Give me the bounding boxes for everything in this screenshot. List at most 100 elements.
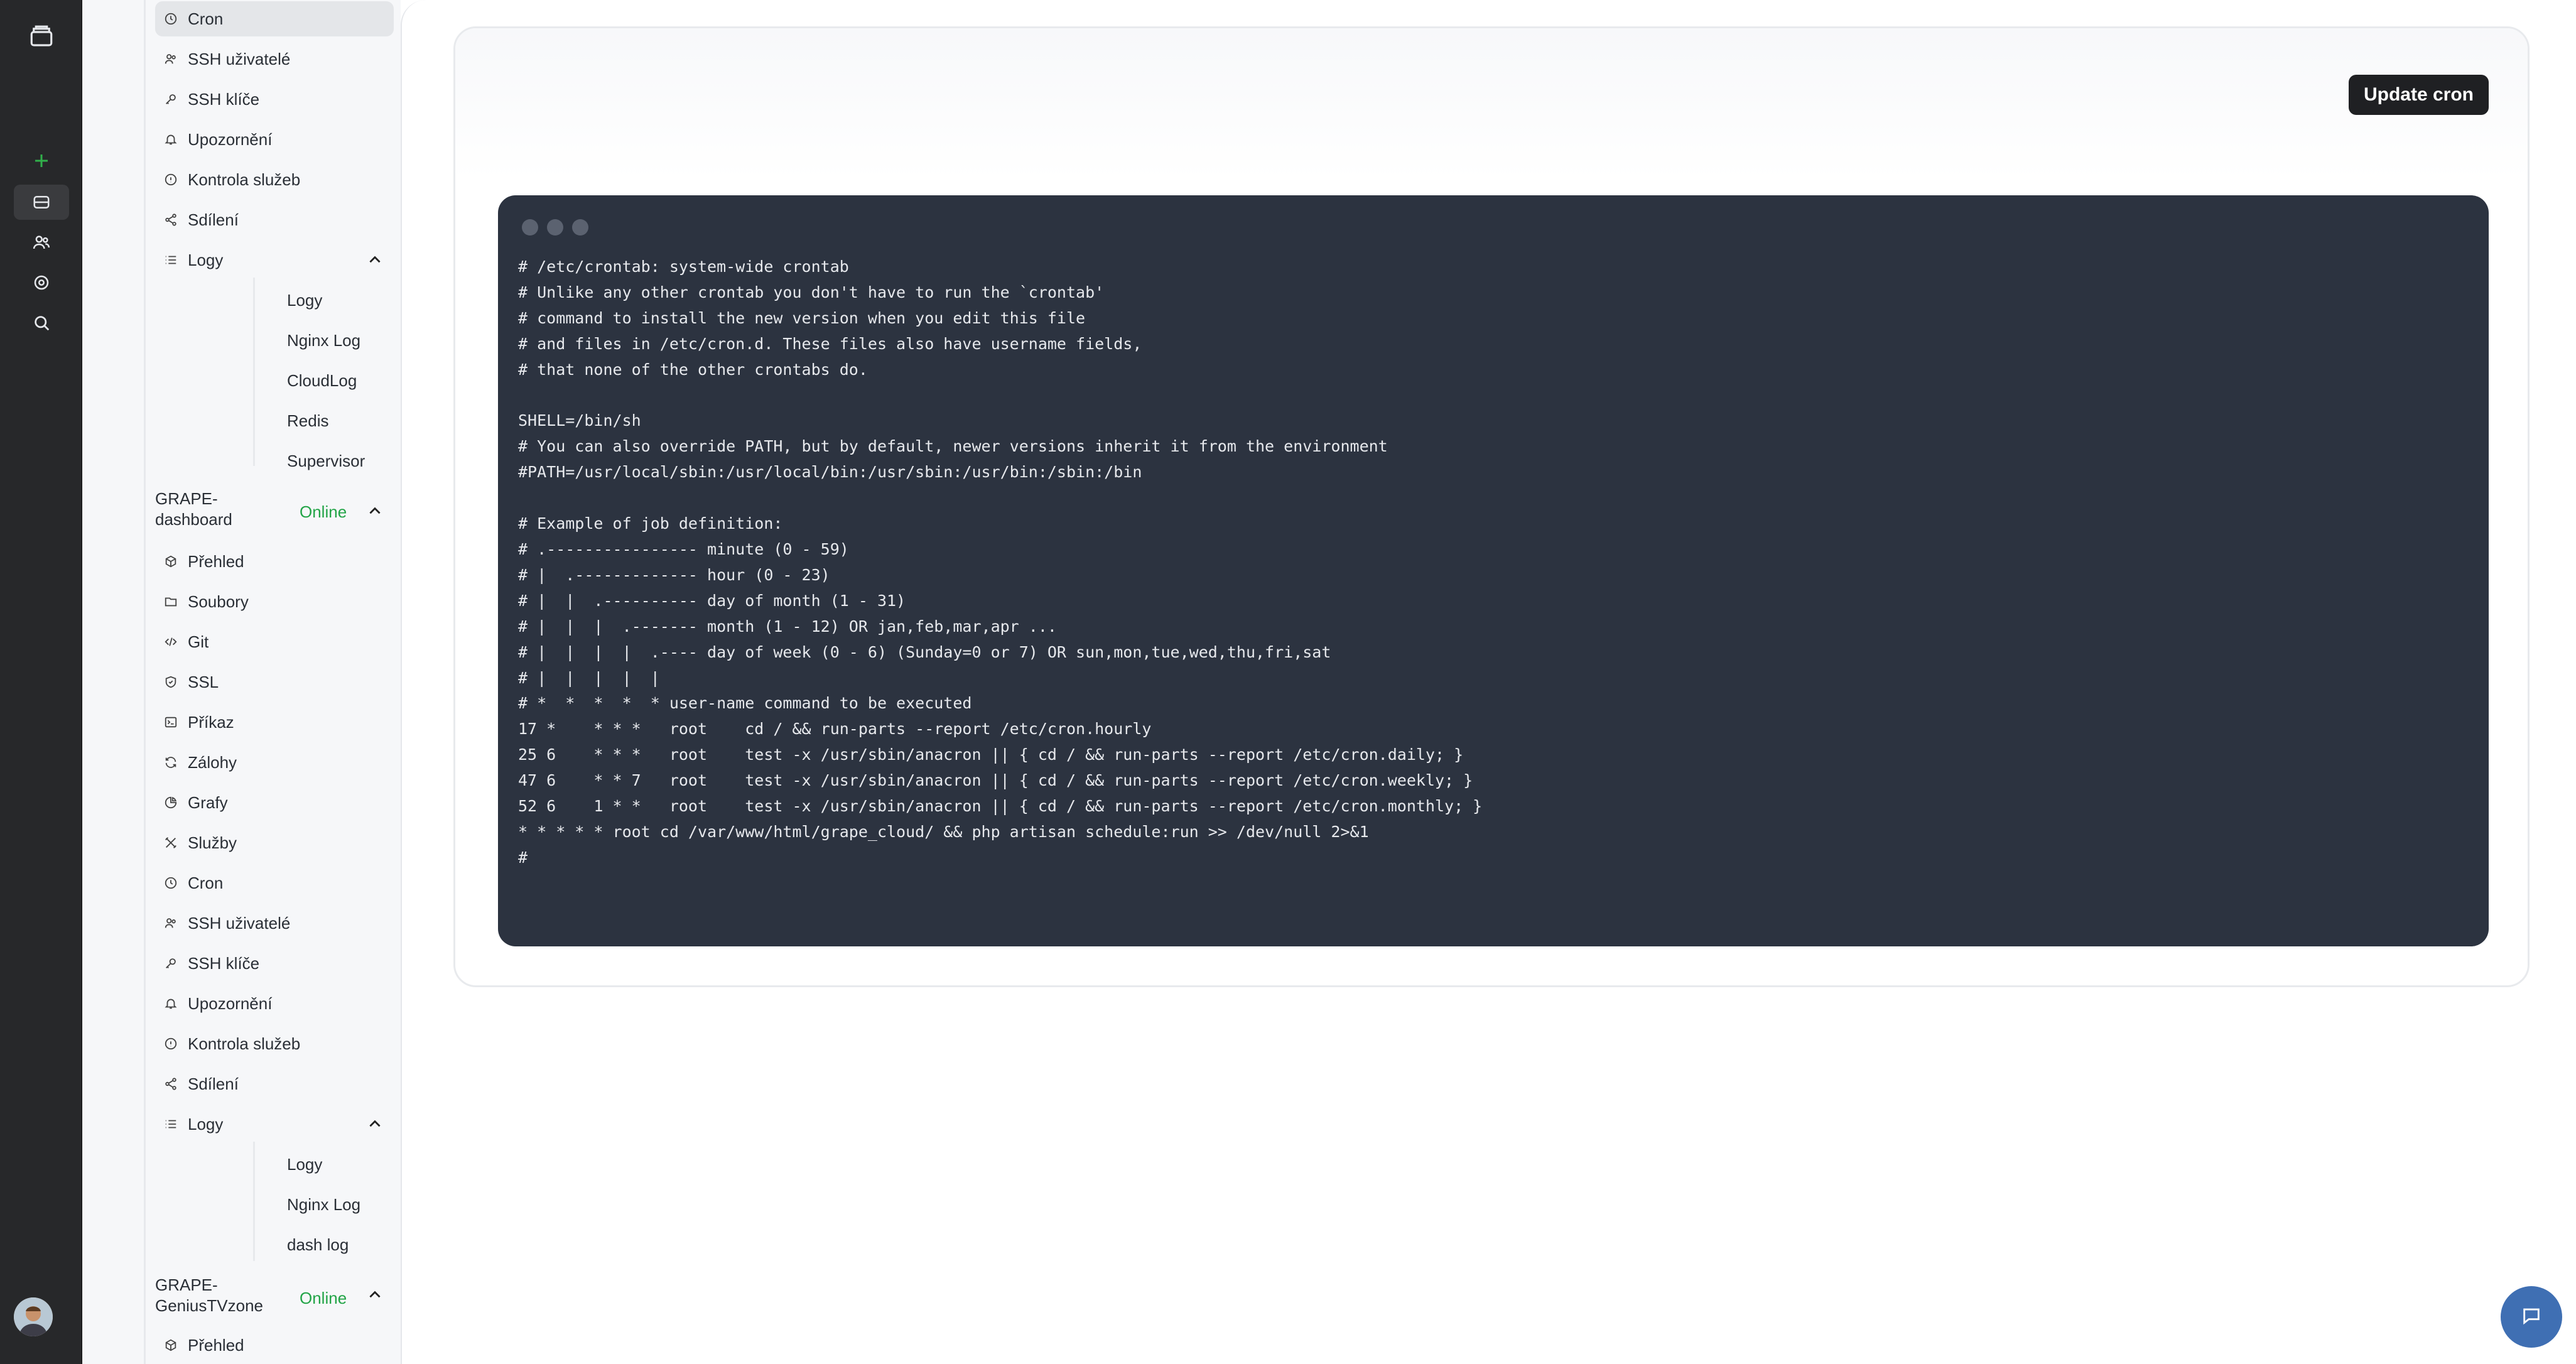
sidebar-item-label: Kontrola služeb [188, 1034, 301, 1053]
code-icon [155, 635, 188, 649]
share-icon [155, 213, 188, 227]
servers-icon[interactable] [25, 186, 58, 219]
chevron-up-icon[interactable] [361, 1281, 389, 1309]
bell-icon [155, 133, 188, 146]
logs-tree-line [253, 1142, 255, 1261]
sidebar-item-label: SSH klíče [188, 89, 260, 109]
sidebar-log-redis[interactable]: Redis [287, 403, 328, 438]
settings-icon[interactable] [25, 266, 58, 299]
sidebar-item-ssh-keys[interactable]: SSH klíče [155, 946, 394, 981]
update-cron-button[interactable]: Update cron [2348, 75, 2489, 115]
user-avatar[interactable] [14, 1297, 53, 1336]
status-badge: Online [300, 1289, 347, 1307]
sidebar-item-label: Služby [188, 833, 237, 852]
sidebar-item-files[interactable]: Soubory [155, 584, 394, 619]
window-controls [522, 219, 588, 235]
shield-icon [155, 675, 188, 689]
clock-icon [155, 12, 188, 26]
sidebar-item-label: Zálohy [188, 752, 237, 772]
sidebar-item-sharing[interactable]: Sdílení [155, 202, 394, 237]
chevron-up-icon[interactable] [361, 497, 389, 525]
box-icon [155, 1338, 188, 1352]
sidebar-item-ssl[interactable]: SSL [155, 664, 394, 700]
crontab-editor: # /etc/crontab: system-wide crontab # Un… [498, 195, 2489, 946]
share-icon [155, 1077, 188, 1091]
sidebar-item-label: Git [188, 632, 209, 651]
chat-icon [2521, 1305, 2542, 1329]
sidebar-item-overview[interactable]: Přehled [155, 1328, 394, 1363]
refresh-icon [155, 755, 188, 769]
tree-line [144, 0, 146, 1364]
sidebar-item-git[interactable]: Git [155, 624, 394, 659]
chevron-up-icon[interactable] [361, 246, 389, 274]
sidebar-item-backups[interactable]: Zálohy [155, 745, 394, 780]
sidebar-item-service-check[interactable]: Kontrola služeb [155, 1026, 394, 1061]
sidebar-log-logy[interactable]: Logy [287, 283, 322, 318]
users-icon [155, 52, 188, 66]
sidebar-item-label: SSL [188, 672, 219, 691]
sidebar-log-nginx[interactable]: Nginx Log [287, 323, 360, 358]
sidebar-item-charts[interactable]: Grafy [155, 785, 394, 820]
chevron-up-icon[interactable] [361, 1110, 389, 1138]
sidebar-item-sharing[interactable]: Sdílení [155, 1066, 394, 1101]
sidebar-item-ssh-keys[interactable]: SSH klíče [155, 82, 394, 117]
search-icon[interactable] [25, 306, 58, 339]
key-icon [155, 92, 188, 106]
sidebar-item-label: Sdílení [188, 210, 239, 229]
main-content: Update cron # /etc/crontab: system-wide … [401, 0, 2576, 1364]
sidebar-item-service-check[interactable]: Kontrola služeb [155, 162, 394, 197]
sidebar-log-cloudlog[interactable]: CloudLog [287, 363, 357, 398]
sidebar-item-label: Příkaz [188, 712, 234, 732]
sidebar-item-services[interactable]: Služby [155, 825, 394, 860]
plus-icon[interactable] [25, 144, 58, 177]
sidebar-item-label: Upozornění [188, 993, 273, 1013]
terminal-icon [155, 715, 188, 729]
folder-icon [155, 595, 188, 609]
sidebar-item-logs[interactable]: Logy [155, 242, 394, 278]
crontab-textarea[interactable]: # /etc/crontab: system-wide crontab # Un… [518, 254, 2465, 871]
sidebar-item-label: Přehled [188, 1335, 244, 1355]
server-name: GRAPE-GeniusTVzone [155, 1275, 263, 1315]
sidebar-item-cron[interactable]: Cron [155, 1, 394, 36]
chat-button[interactable] [2501, 1286, 2562, 1348]
users-icon[interactable] [25, 226, 58, 259]
key-icon [155, 956, 188, 970]
window-dot [547, 219, 563, 235]
bell-icon [155, 997, 188, 1010]
box-icon [155, 555, 188, 568]
sidebar-item-label: Logy [188, 1114, 224, 1134]
sidebar-item-label: Sdílení [188, 1074, 239, 1093]
server-header[interactable]: GRAPE-dashboard Online [155, 489, 394, 536]
sidebar-log-nginx[interactable]: Nginx Log [287, 1187, 360, 1222]
sidebar-item-logs[interactable]: Logy [155, 1107, 394, 1142]
server-header[interactable]: GRAPE-GeniusTVzone Online [155, 1275, 394, 1323]
sidebar-item-label: SSH klíče [188, 953, 260, 973]
sidebar-item-alerts[interactable]: Upozornění [155, 986, 394, 1021]
list-icon [155, 1117, 188, 1131]
sidebar-item-label: Cron [188, 873, 224, 892]
users-icon [155, 916, 188, 930]
sidebar-log-logy[interactable]: Logy [287, 1147, 322, 1182]
server-name: GRAPE-dashboard [155, 489, 232, 529]
sidebar-log-supervisor[interactable]: Supervisor [287, 443, 365, 479]
archive-logo-icon[interactable] [25, 20, 58, 53]
window-dot [572, 219, 588, 235]
card-header [455, 28, 2528, 179]
sidebar-item-ssh-users[interactable]: SSH uživatelé [155, 41, 394, 77]
clock-icon [155, 876, 188, 890]
sidebar-item-label: Logy [188, 250, 224, 269]
sidebar-log-dash[interactable]: dash log [287, 1227, 349, 1262]
alert-circle-icon [155, 173, 188, 187]
list-icon [155, 253, 188, 267]
sidebar-item-label: Soubory [188, 592, 249, 611]
status-badge: Online [300, 502, 347, 521]
sidebar-item-overview[interactable]: Přehled [155, 544, 394, 579]
sidebar-item-cron[interactable]: Cron [155, 865, 394, 901]
sidebar-item-label: Grafy [188, 793, 228, 812]
sidebar-item-ssh-users[interactable]: SSH uživatelé [155, 906, 394, 941]
server-sidebar: Cron SSH uživatelé SSH klíče Upozornění … [82, 0, 401, 1364]
sidebar-item-command[interactable]: Příkaz [155, 705, 394, 740]
pie-chart-icon [155, 796, 188, 809]
icon-rail [0, 0, 82, 1364]
sidebar-item-alerts[interactable]: Upozornění [155, 122, 394, 157]
